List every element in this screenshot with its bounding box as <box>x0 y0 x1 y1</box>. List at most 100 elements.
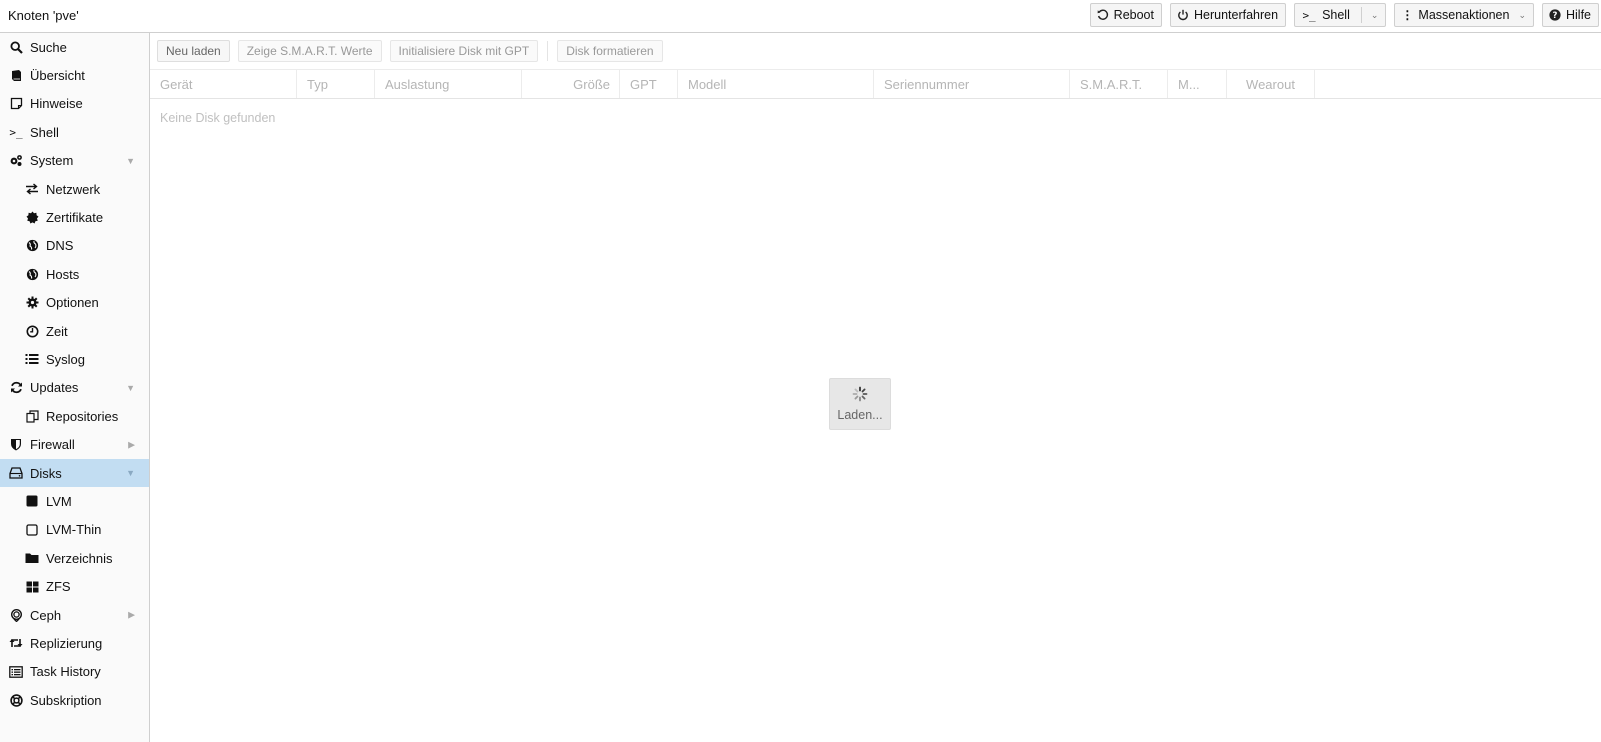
cogs-icon <box>9 154 23 168</box>
column-mounted[interactable]: M... <box>1168 70 1227 98</box>
certificate-icon <box>25 211 39 225</box>
sidebar-item-disks[interactable]: Disks ▼ <box>0 458 149 488</box>
collapse-arrow-icon[interactable]: ▼ <box>126 468 135 478</box>
folder-icon <box>25 551 39 565</box>
sidebar-item-updates[interactable]: Updates ▼ <box>0 374 149 402</box>
exchange-icon <box>25 182 39 196</box>
sidebar-item-system[interactable]: System ▼ <box>0 147 149 175</box>
power-icon <box>1177 9 1189 21</box>
reboot-button[interactable]: Reboot <box>1089 3 1162 27</box>
sidebar-item-hinweise[interactable]: Hinweise <box>0 90 149 118</box>
sidebar-item-subskription[interactable]: Subskription <box>0 686 149 714</box>
sidebar-item-label: Zertifikate <box>46 210 104 226</box>
spinner-icon <box>852 386 868 405</box>
collapse-arrow-icon[interactable]: ▼ <box>126 383 135 393</box>
sidebar-item-zeit[interactable]: Zeit <box>0 317 149 345</box>
globe-icon <box>25 267 39 281</box>
sidebar-item-label: Syslog <box>46 351 86 367</box>
disks-panel: Neu laden Zeige S.M.A.R.T. Werte Initial… <box>150 33 1601 742</box>
loading-mask: Laden... <box>829 378 891 430</box>
refresh-icon <box>9 381 23 395</box>
sidebar-item-repositories[interactable]: Repositories <box>0 402 149 430</box>
sidebar-item-uebersicht[interactable]: Übersicht <box>0 61 149 89</box>
sidebar: Suche Übersicht Hinweise >_ Shell System… <box>0 33 150 742</box>
column-smart[interactable]: S.M.A.R.T. <box>1070 70 1168 98</box>
sidebar-item-lvm[interactable]: LVM <box>0 487 149 515</box>
undo-icon <box>1097 9 1109 21</box>
wipe-disk-button[interactable]: Disk formatieren <box>557 40 663 62</box>
sidebar-item-netzwerk[interactable]: Netzwerk <box>0 175 149 203</box>
page-title: Knoten 'pve' <box>8 8 79 23</box>
split-divider <box>1360 7 1362 23</box>
question-circle-icon: ? <box>1549 9 1561 21</box>
sidebar-item-verzeichnis[interactable]: Verzeichnis <box>0 544 149 572</box>
empty-grid-message: Keine Disk gefunden <box>160 111 276 125</box>
shell-button[interactable]: >_ Shell ⌄ <box>1294 3 1387 27</box>
bulk-actions-button[interactable]: ⋮ Massenaktionen ⌄ <box>1394 3 1534 27</box>
sidebar-item-label: System <box>30 153 74 169</box>
sidebar-item-ceph[interactable]: Ceph ▶ <box>0 601 149 629</box>
sidebar-item-label: Übersicht <box>30 68 85 84</box>
hdd-icon <box>9 466 23 480</box>
retweet-icon <box>9 636 23 650</box>
sidebar-item-label: Disks <box>30 465 62 481</box>
column-model[interactable]: Modell <box>678 70 874 98</box>
sidebar-item-syslog[interactable]: Syslog <box>0 345 149 373</box>
square-outline-icon <box>25 523 39 537</box>
column-gpt[interactable]: GPT <box>620 70 678 98</box>
column-device[interactable]: Gerät <box>150 70 297 98</box>
disk-grid-header: Gerät Typ Auslastung Größe GPT Modell Se… <box>150 69 1601 99</box>
globe-icon <box>25 239 39 253</box>
svg-text:?: ? <box>1553 11 1558 21</box>
expand-arrow-icon[interactable]: ▶ <box>128 610 135 621</box>
sidebar-item-label: Suche <box>30 39 67 55</box>
column-serial[interactable]: Seriennummer <box>874 70 1070 98</box>
sidebar-item-shell[interactable]: >_ Shell <box>0 118 149 146</box>
sidebar-item-suche[interactable]: Suche <box>0 33 149 61</box>
sidebar-item-replizierung[interactable]: Replizierung <box>0 629 149 657</box>
column-wearout[interactable]: Wearout <box>1227 70 1315 98</box>
th-large-icon <box>25 580 39 594</box>
shutdown-button[interactable]: Herunterfahren <box>1169 3 1287 27</box>
sidebar-item-lvm-thin[interactable]: LVM-Thin <box>0 516 149 544</box>
sidebar-item-label: Repositories <box>46 408 119 424</box>
sidebar-item-zertifikate[interactable]: Zertifikate <box>0 203 149 231</box>
sidebar-item-task-history[interactable]: Task History <box>0 658 149 686</box>
ellipsis-vertical-icon: ⋮ <box>1401 8 1414 22</box>
chevron-down-icon[interactable]: ⌄ <box>1371 10 1379 21</box>
sidebar-item-label: LVM <box>46 493 72 509</box>
column-size[interactable]: Größe <box>522 70 620 98</box>
sidebar-item-label: Netzwerk <box>46 181 101 197</box>
search-icon <box>9 40 23 54</box>
sidebar-item-label: Hinweise <box>30 96 83 112</box>
sidebar-item-label: Firewall <box>30 437 75 453</box>
sidebar-item-label: LVM-Thin <box>46 522 102 538</box>
collapse-arrow-icon[interactable]: ▼ <box>126 156 135 166</box>
expand-arrow-icon[interactable]: ▶ <box>128 439 135 450</box>
sidebar-item-dns[interactable]: DNS <box>0 232 149 260</box>
sidebar-item-label: Updates <box>30 380 79 396</box>
copy-icon <box>25 409 39 423</box>
sidebar-item-zfs[interactable]: ZFS <box>0 572 149 600</box>
init-gpt-button[interactable]: Initialisiere Disk mit GPT <box>389 40 539 62</box>
sidebar-item-label: Verzeichnis <box>46 550 113 566</box>
column-type[interactable]: Typ <box>297 70 375 98</box>
header-buttons: Reboot Herunterfahren >_ Shell ⌄ ⋮ Masse… <box>1089 3 1599 27</box>
sidebar-item-optionen[interactable]: Optionen <box>0 289 149 317</box>
shell-label: Shell <box>1322 8 1350 22</box>
reload-button[interactable]: Neu laden <box>157 40 230 62</box>
column-usage[interactable]: Auslastung <box>375 70 522 98</box>
support-icon <box>9 693 23 707</box>
help-button[interactable]: ? Hilfe <box>1541 3 1599 27</box>
sidebar-item-firewall[interactable]: Firewall ▶ <box>0 430 149 458</box>
chevron-down-icon: ⌄ <box>1518 9 1526 20</box>
clock-icon <box>25 324 39 338</box>
reboot-label: Reboot <box>1113 8 1154 22</box>
sidebar-item-label: ZFS <box>46 579 71 595</box>
sidebar-item-label: Optionen <box>46 295 99 311</box>
list-icon <box>25 352 39 366</box>
shutdown-label: Herunterfahren <box>1193 8 1279 22</box>
show-smart-button[interactable]: Zeige S.M.A.R.T. Werte <box>237 40 382 62</box>
sidebar-item-label: Hosts <box>46 266 80 282</box>
sidebar-item-hosts[interactable]: Hosts <box>0 260 149 288</box>
